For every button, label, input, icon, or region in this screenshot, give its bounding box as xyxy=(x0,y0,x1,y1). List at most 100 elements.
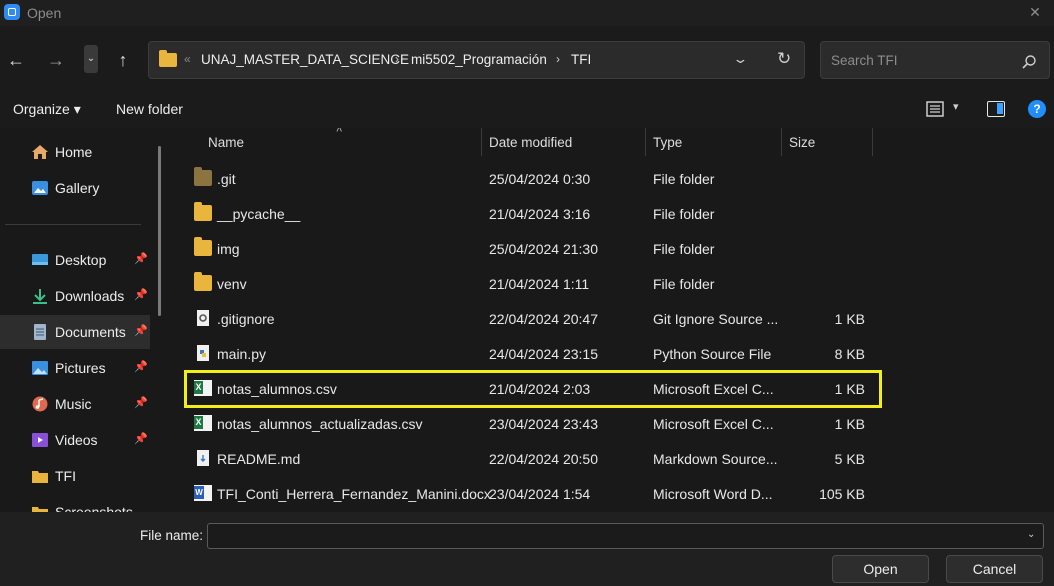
breadcrumb-separator-icon[interactable]: › xyxy=(556,52,560,66)
breadcrumb-item[interactable]: TFI xyxy=(571,52,591,67)
organize-button[interactable]: Organize ▾ xyxy=(13,101,81,118)
python-file-icon xyxy=(197,345,209,361)
column-header-row: ˄ Name Date modified Type Size xyxy=(170,128,1054,157)
cancel-button[interactable]: Cancel xyxy=(946,555,1043,583)
forward-arrow-icon[interactable]: → xyxy=(43,47,69,73)
sidebar-item-home[interactable]: Home xyxy=(0,135,150,169)
desktop-icon xyxy=(32,254,48,265)
command-bar: Organize ▾ New folder ▾ ? xyxy=(0,92,1054,128)
recent-locations-chevron-icon[interactable]: ⌄ xyxy=(84,45,98,73)
breadcrumb-item[interactable]: mi5502_Programación xyxy=(411,52,547,67)
pin-icon[interactable]: 📌 xyxy=(134,252,148,265)
file-row[interactable]: README.md 22/04/2024 20:50 Markdown Sour… xyxy=(185,441,885,476)
file-date: 23/04/2024 23:43 xyxy=(489,416,598,432)
sidebar-item-label: Screenshots xyxy=(55,504,133,512)
column-divider[interactable] xyxy=(781,128,782,156)
file-row[interactable]: notas_alumnos_actualizadas.csv 23/04/202… xyxy=(185,406,885,441)
breadcrumb-separator-icon[interactable]: › xyxy=(395,52,399,66)
file-date: 21/04/2024 2:03 xyxy=(489,381,591,397)
address-overflow-icon[interactable]: « xyxy=(184,52,191,66)
videos-icon xyxy=(32,433,48,447)
file-name: README.md xyxy=(217,451,301,467)
sidebar-item-music[interactable]: Music 📌 xyxy=(0,387,150,421)
file-date: 25/04/2024 21:30 xyxy=(489,241,598,257)
file-name-input[interactable] xyxy=(207,523,1044,549)
file-type: File folder xyxy=(653,206,715,222)
sidebar-item-label: Music xyxy=(55,396,92,412)
address-bar[interactable]: « UNAJ_MASTER_DATA_SCIENCE › mi5502_Prog… xyxy=(148,41,805,79)
file-row[interactable]: __pycache__ 21/04/2024 3:16 File folder xyxy=(185,196,885,231)
column-divider[interactable] xyxy=(645,128,646,156)
column-header-type[interactable]: Type xyxy=(653,135,682,150)
search-input[interactable]: Search TFI xyxy=(820,41,1050,79)
file-row[interactable]: TFI_Conti_Herrera_Fernandez_Manini.docx … xyxy=(185,476,885,511)
file-size: 1 KB xyxy=(834,381,865,397)
sidebar-item-gallery[interactable]: Gallery xyxy=(0,171,150,205)
navigation-pane: Home Gallery Desktop 📌 Downloads 📌 Docum… xyxy=(0,128,170,512)
open-button[interactable]: Open xyxy=(832,555,929,583)
up-arrow-icon[interactable]: ↑ xyxy=(110,47,136,73)
column-header-name[interactable]: Name xyxy=(208,135,244,150)
help-icon[interactable]: ? xyxy=(1028,100,1046,118)
excel-file-icon xyxy=(194,415,212,431)
file-row[interactable]: notas_alumnos.csv 21/04/2024 2:03 Micros… xyxy=(185,371,885,406)
sidebar-item-label: Downloads xyxy=(55,288,125,304)
column-divider[interactable] xyxy=(872,128,873,156)
preview-pane-icon[interactable] xyxy=(987,101,1005,117)
file-name: TFI_Conti_Herrera_Fernandez_Manini.docx xyxy=(217,486,491,502)
file-name: main.py xyxy=(217,346,267,362)
file-date: 23/04/2024 1:54 xyxy=(489,486,591,502)
back-arrow-icon[interactable]: ← xyxy=(3,47,29,73)
column-header-size[interactable]: Size xyxy=(789,135,815,150)
file-type: File folder xyxy=(653,276,715,292)
file-row[interactable]: .git 25/04/2024 0:30 File folder xyxy=(185,161,885,196)
pin-icon[interactable]: 📌 xyxy=(134,288,148,301)
sidebar-item-label: Pictures xyxy=(55,360,106,376)
file-row[interactable]: main.py 24/04/2024 23:15 Python Source F… xyxy=(185,336,885,371)
column-divider[interactable] xyxy=(481,128,482,156)
pin-icon[interactable]: 📌 xyxy=(134,432,148,445)
file-name: notas_alumnos.csv xyxy=(217,381,337,397)
file-type: Microsoft Excel C... xyxy=(653,381,774,397)
sidebar-item-tfi[interactable]: TFI xyxy=(0,459,150,493)
sidebar-item-desktop[interactable]: Desktop 📌 xyxy=(0,243,150,277)
column-header-date-modified[interactable]: Date modified xyxy=(489,135,572,150)
file-row[interactable]: .gitignore 22/04/2024 20:47 Git Ignore S… xyxy=(185,301,885,336)
view-options-icon[interactable] xyxy=(926,101,944,117)
file-date: 25/04/2024 0:30 xyxy=(489,171,591,187)
word-file-icon xyxy=(194,485,212,501)
new-folder-button[interactable]: New folder xyxy=(116,101,183,117)
pictures-icon xyxy=(32,361,48,375)
file-name-label: File name: xyxy=(140,528,204,543)
file-row[interactable]: img 25/04/2024 21:30 File folder xyxy=(185,231,885,266)
sidebar-item-label: TFI xyxy=(55,468,76,484)
file-row[interactable]: venv 21/04/2024 1:11 File folder xyxy=(185,266,885,301)
sidebar-item-documents[interactable]: Documents 📌 xyxy=(0,315,150,349)
documents-icon xyxy=(34,324,46,340)
pin-icon[interactable]: 📌 xyxy=(134,324,148,337)
search-icon[interactable] xyxy=(1021,54,1037,70)
view-chevron-icon[interactable]: ▾ xyxy=(953,100,959,113)
file-name: img xyxy=(217,241,240,257)
sidebar-item-videos[interactable]: Videos 📌 xyxy=(0,423,150,457)
sidebar-item-label: Desktop xyxy=(55,252,107,268)
sidebar-scrollbar[interactable] xyxy=(158,146,161,316)
music-icon xyxy=(32,396,48,412)
file-name-dropdown-icon[interactable]: ⌄ xyxy=(1027,529,1035,540)
sidebar-item-screenshots[interactable]: Screenshots xyxy=(0,495,150,512)
refresh-icon[interactable]: ↻ xyxy=(777,49,791,69)
file-type: Markdown Source... xyxy=(653,451,778,467)
sidebar-item-label: Home xyxy=(55,144,93,160)
file-size: 8 KB xyxy=(834,346,865,362)
sidebar-item-downloads[interactable]: Downloads 📌 xyxy=(0,279,150,313)
sidebar-item-pictures[interactable]: Pictures 📌 xyxy=(0,351,150,385)
address-dropdown-icon[interactable]: ⌄ xyxy=(732,51,748,67)
bottom-bar: File name: ⌄ Open Cancel xyxy=(0,512,1054,586)
pin-icon[interactable]: 📌 xyxy=(134,360,148,373)
gallery-icon xyxy=(32,181,48,195)
download-icon xyxy=(33,289,47,304)
file-type: Microsoft Word D... xyxy=(653,486,773,502)
close-icon[interactable]: ✕ xyxy=(1024,2,1046,22)
pin-icon[interactable]: 📌 xyxy=(134,396,148,409)
breadcrumb-item[interactable]: UNAJ_MASTER_DATA_SCIENCE xyxy=(201,52,409,67)
